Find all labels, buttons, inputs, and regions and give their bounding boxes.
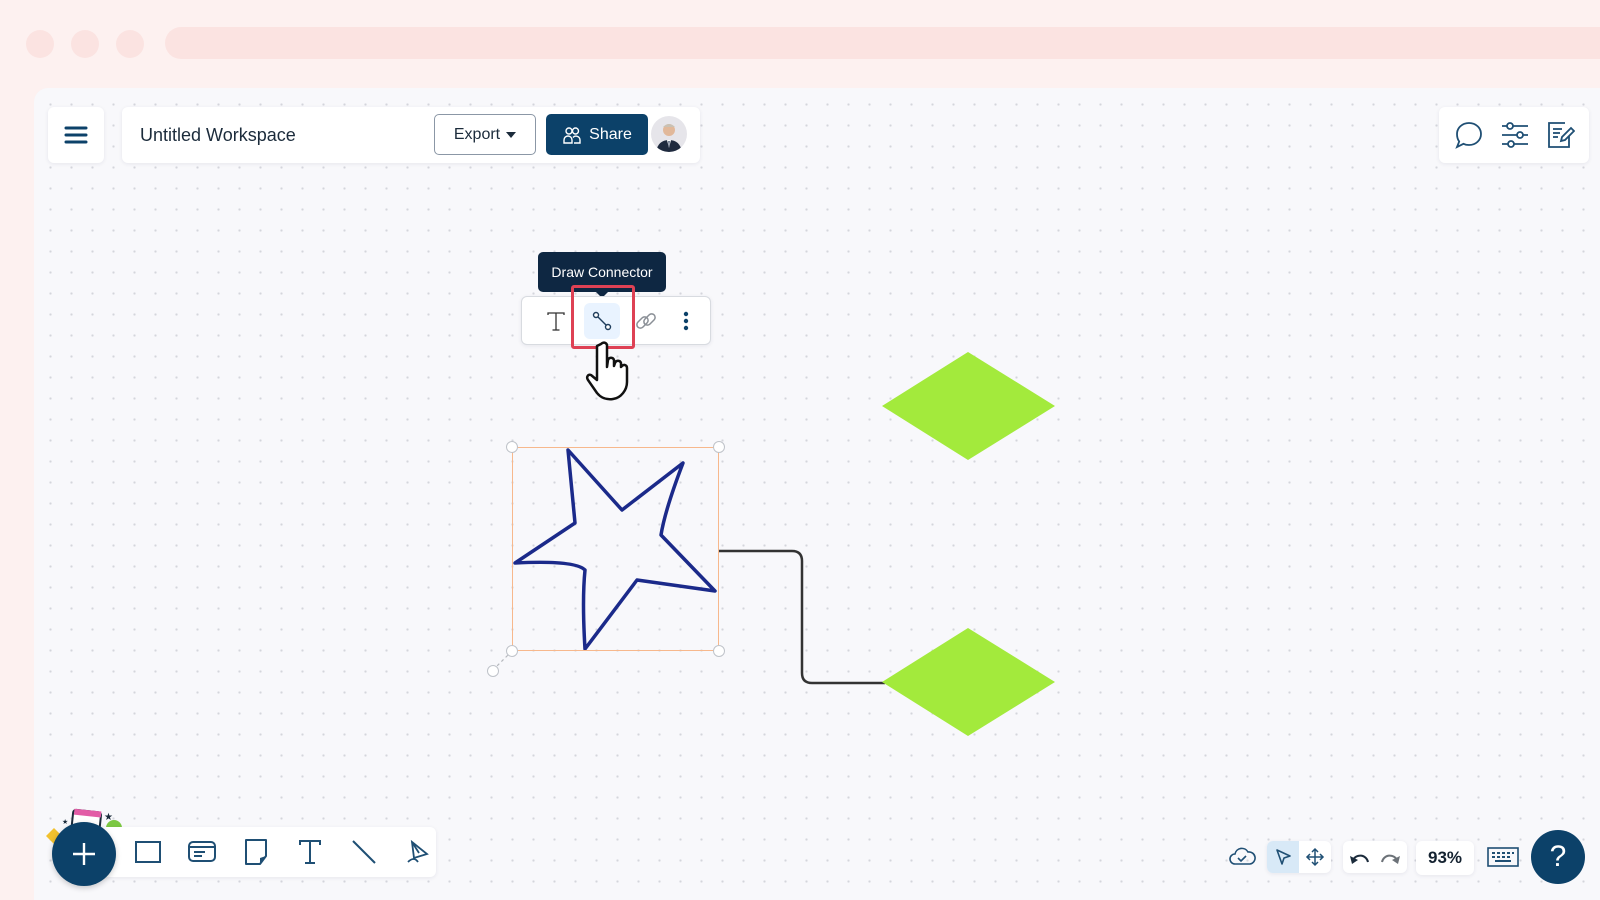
undo-icon[interactable] [1348, 848, 1370, 866]
rotate-handle[interactable] [487, 665, 499, 677]
shape-toolbar [96, 827, 436, 877]
cursor-arrow-icon [1276, 849, 1291, 865]
help-icon: ? [1549, 840, 1567, 873]
diamond-shape-top[interactable] [882, 352, 1055, 460]
rectangle-tool[interactable] [130, 834, 166, 870]
svg-text:★: ★ [62, 818, 68, 826]
zoom-level[interactable]: 93% [1416, 841, 1474, 875]
pen-tool[interactable] [400, 834, 436, 870]
text-tool-icon [299, 840, 321, 864]
help-button[interactable]: ? [1531, 830, 1585, 884]
move-arrows-icon [1305, 847, 1325, 867]
resize-handle-bottom-left[interactable] [506, 645, 518, 657]
selection-box [512, 447, 719, 651]
text-tool[interactable] [292, 834, 328, 870]
line-tool[interactable] [346, 834, 382, 870]
history-controls [1343, 841, 1407, 873]
resize-handle-bottom-right[interactable] [713, 645, 725, 657]
zoom-value: 93% [1427, 848, 1463, 867]
sticky-note-icon [245, 839, 267, 865]
card-icon [188, 841, 216, 862]
mode-toggle [1267, 841, 1331, 873]
line-icon [352, 840, 376, 864]
connector-line[interactable] [719, 549, 885, 685]
shapes-layer [492, 352, 1055, 736]
resize-handle-top-right[interactable] [713, 441, 725, 453]
select-mode-button[interactable] [1267, 841, 1299, 873]
sticky-note-tool[interactable] [238, 834, 274, 870]
svg-text:★: ★ [104, 812, 113, 823]
add-button[interactable] [52, 822, 116, 886]
card-tool[interactable] [184, 834, 220, 870]
cloud-saved-icon [1229, 847, 1256, 865]
pan-mode-button[interactable] [1299, 841, 1331, 873]
keyboard-shortcuts-icon[interactable] [1487, 846, 1519, 868]
rectangle-icon [135, 841, 161, 863]
diamond-shape-bottom[interactable] [882, 628, 1055, 736]
pen-icon [407, 839, 429, 863]
resize-handle-top-left[interactable] [506, 441, 518, 453]
hand-pointer-cursor-icon [585, 341, 629, 401]
plus-icon [73, 843, 95, 865]
redo-icon[interactable] [1380, 848, 1402, 866]
